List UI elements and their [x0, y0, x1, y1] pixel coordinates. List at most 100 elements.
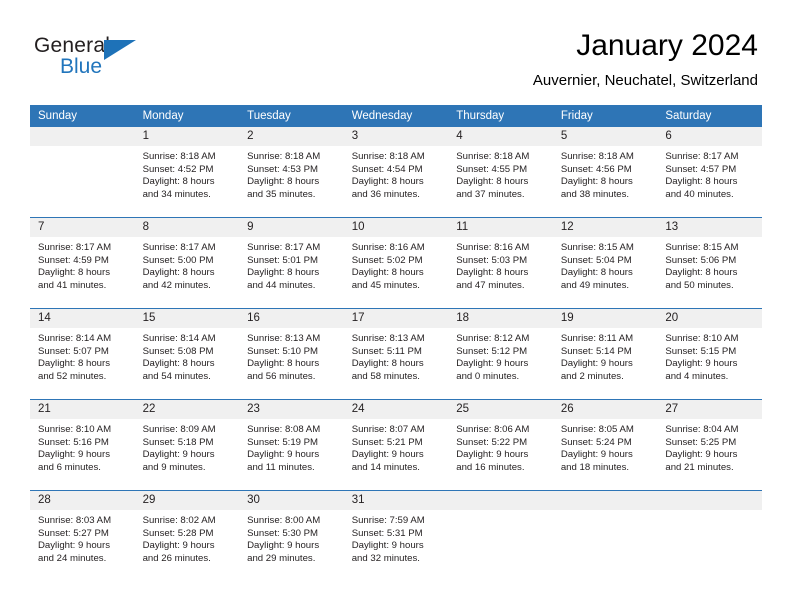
- day-detail-line: Sunrise: 8:18 AM: [351, 151, 425, 162]
- day-detail-line: Sunset: 5:11 PM: [351, 345, 422, 357]
- day-number: 8: [134, 218, 240, 237]
- triangle-icon: [104, 40, 136, 60]
- day-number: 4: [448, 127, 553, 146]
- day-detail-line: and 40 minutes.: [665, 188, 734, 200]
- day-detail-line: Daylight: 9 hours: [560, 358, 633, 370]
- day-detail-line: Daylight: 8 hours: [142, 358, 215, 370]
- calendar-day-cell[interactable]: 8 Sunrise: 8:17 AM Sunset: 5:00 PM Daylight…: [134, 217, 240, 309]
- calendar-page: General Blue January 2024 Auvernier, Neu…: [0, 0, 792, 612]
- day-number: 22: [134, 400, 240, 419]
- day-cell-inner: 22 Sunrise: 8:09 AM Sunset: 5:18 PM Dayligh…: [134, 400, 240, 490]
- day-detail-line: Sunset: 5:15 PM: [665, 345, 737, 357]
- day-detail-line: Sunrise: 8:02 AM: [142, 515, 216, 526]
- day-details: Sunrise: 8:10 AM Sunset: 5:15 PM Daylight:…: [657, 328, 762, 383]
- calendar-day-cell[interactable]: 2 Sunrise: 8:18 AM Sunset: 4:53 PM Daylight…: [239, 127, 344, 218]
- day-cell-inner: 21 Sunrise: 8:10 AM Sunset: 5:16 PM Dayligh…: [30, 400, 135, 490]
- calendar-day-cell[interactable]: 5 Sunrise: 8:18 AM Sunset: 4:56 PM Daylight…: [552, 127, 658, 218]
- logo-text-blue: Blue: [60, 55, 103, 78]
- calendar-day-cell[interactable]: 13 Sunrise: 8:15 AM Sunset: 5:06 PM Dayligh…: [657, 217, 762, 309]
- day-details: Sunrise: 8:09 AM Sunset: 5:18 PM Daylight:…: [135, 419, 240, 474]
- day-number: 14: [30, 309, 135, 328]
- calendar-day-cell[interactable]: 31 Sunrise: 7:59 AM Sunset: 5:31 PM Dayligh…: [343, 490, 449, 581]
- calendar-day-cell[interactable]: 9 Sunrise: 8:17 AM Sunset: 5:01 PM Daylight…: [239, 217, 344, 309]
- day-detail-line: Daylight: 9 hours: [456, 358, 529, 370]
- day-detail-line: Sunset: 5:00 PM: [142, 254, 214, 266]
- day-detail-line: Sunrise: 7:59 AM: [351, 515, 425, 526]
- day-details: Sunrise: 8:08 AM Sunset: 5:19 PM Daylight:…: [239, 419, 344, 474]
- day-detail-line: Sunset: 4:52 PM: [142, 163, 214, 175]
- calendar-day-cell[interactable]: 10 Sunrise: 8:16 AM Sunset: 5:02 PM Dayligh…: [343, 217, 449, 309]
- day-number: 2: [239, 127, 344, 146]
- day-number: 28: [30, 491, 135, 510]
- day-number: 27: [657, 400, 762, 419]
- day-detail-line: and 52 minutes.: [38, 370, 107, 382]
- calendar-day-cell[interactable]: 28 Sunrise: 8:03 AM Sunset: 5:27 PM Dayligh…: [30, 490, 135, 581]
- calendar-day-cell[interactable]: 4 Sunrise: 8:18 AM Sunset: 4:55 PM Daylight…: [448, 127, 553, 218]
- day-details: Sunrise: 8:18 AM Sunset: 4:53 PM Daylight:…: [239, 146, 344, 201]
- day-cell-inner: 18 Sunrise: 8:12 AM Sunset: 5:12 PM Dayligh…: [448, 309, 553, 399]
- calendar-day-cell[interactable]: 11 Sunrise: 8:16 AM Sunset: 5:03 PM Dayligh…: [448, 217, 553, 309]
- day-detail-line: and 54 minutes.: [142, 370, 211, 382]
- calendar-day-cell[interactable]: 21 Sunrise: 8:10 AM Sunset: 5:16 PM Dayligh…: [30, 399, 135, 491]
- day-detail-line: and 18 minutes.: [560, 461, 630, 473]
- day-detail-line: Daylight: 9 hours: [142, 449, 215, 461]
- day-details: Sunrise: 8:18 AM Sunset: 4:55 PM Daylight:…: [448, 146, 553, 201]
- day-detail-line: Sunset: 4:59 PM: [38, 254, 109, 266]
- day-details: Sunrise: 8:05 AM Sunset: 5:24 PM Daylight:…: [553, 419, 658, 474]
- day-cell-inner: [657, 491, 762, 581]
- calendar-day-cell[interactable]: 15 Sunrise: 8:14 AM Sunset: 5:08 PM Dayligh…: [134, 308, 240, 400]
- day-detail-line: Daylight: 8 hours: [38, 267, 110, 279]
- calendar-day-cell[interactable]: 24 Sunrise: 8:07 AM Sunset: 5:21 PM Dayligh…: [343, 399, 449, 491]
- day-details: Sunrise: 8:17 AM Sunset: 5:01 PM Daylight:…: [239, 237, 344, 292]
- calendar-day-cell[interactable]: 18 Sunrise: 8:12 AM Sunset: 5:12 PM Dayligh…: [448, 308, 553, 400]
- day-number: 6: [657, 127, 762, 146]
- day-detail-line: Daylight: 9 hours: [247, 540, 320, 552]
- day-number: 7: [30, 218, 135, 237]
- calendar-day-cell[interactable]: 23 Sunrise: 8:08 AM Sunset: 5:19 PM Dayligh…: [239, 399, 344, 491]
- day-detail-line: Daylight: 9 hours: [38, 449, 110, 461]
- page-title: January 2024: [576, 29, 758, 62]
- calendar-day-cell[interactable]: 12 Sunrise: 8:15 AM Sunset: 5:04 PM Dayligh…: [552, 217, 658, 309]
- day-details: Sunrise: 8:04 AM Sunset: 5:25 PM Daylight:…: [657, 419, 762, 474]
- day-number: 11: [448, 218, 553, 237]
- calendar-week-row: 1 Sunrise: 8:18 AM Sunset: 4:52 PM Daylight…: [30, 127, 762, 218]
- calendar-day-cell[interactable]: 17 Sunrise: 8:13 AM Sunset: 5:11 PM Dayligh…: [343, 308, 449, 400]
- day-detail-line: and 34 minutes.: [142, 188, 211, 200]
- day-detail-line: and 9 minutes.: [142, 461, 206, 473]
- calendar-header-row: Sunday Monday Tuesday Wednesday Thursday Frid…: [30, 105, 762, 127]
- day-detail-line: Sunset: 5:10 PM: [247, 345, 319, 357]
- calendar-day-cell[interactable]: 26 Sunrise: 8:05 AM Sunset: 5:24 PM Dayligh…: [552, 399, 658, 491]
- title-block: January 2024 Auvernier, Neuchatel, Switz…: [533, 28, 758, 92]
- calendar-day-cell[interactable]: 29 Sunrise: 8:02 AM Sunset: 5:28 PM Dayligh…: [134, 490, 240, 581]
- day-details: Sunrise: 8:02 AM Sunset: 5:28 PM Daylight:…: [135, 510, 240, 565]
- weekday-header-saturday: Saturday: [657, 105, 762, 127]
- weekday-header-tuesday: Tuesday: [239, 105, 344, 127]
- day-cell-inner: 31 Sunrise: 7:59 AM Sunset: 5:31 PM Dayligh…: [343, 491, 449, 581]
- calendar-day-cell[interactable]: 7 Sunrise: 8:17 AM Sunset: 4:59 PM Daylight…: [30, 217, 135, 309]
- calendar-day-cell[interactable]: 30 Sunrise: 8:00 AM Sunset: 5:30 PM Dayligh…: [239, 490, 344, 581]
- day-detail-line: Sunrise: 8:11 AM: [560, 333, 634, 344]
- day-details: Sunrise: 8:16 AM Sunset: 5:02 PM Daylight:…: [344, 237, 449, 292]
- calendar-day-cell[interactable]: 22 Sunrise: 8:09 AM Sunset: 5:18 PM Dayligh…: [134, 399, 240, 491]
- day-detail-line: Daylight: 9 hours: [38, 540, 110, 552]
- day-detail-line: and 35 minutes.: [247, 188, 316, 200]
- day-detail-line: Sunrise: 8:17 AM: [665, 151, 739, 162]
- calendar-day-cell[interactable]: 27 Sunrise: 8:04 AM Sunset: 5:25 PM Dayligh…: [657, 399, 762, 491]
- calendar-day-cell[interactable]: 16 Sunrise: 8:13 AM Sunset: 5:10 PM Dayligh…: [239, 308, 344, 400]
- day-cell-inner: 9 Sunrise: 8:17 AM Sunset: 5:01 PM Daylight…: [239, 218, 344, 308]
- calendar-day-cell-empty: [30, 127, 135, 218]
- day-number: 3: [343, 127, 449, 146]
- day-detail-line: and 11 minutes.: [247, 461, 315, 473]
- calendar-day-cell[interactable]: 25 Sunrise: 8:06 AM Sunset: 5:22 PM Dayligh…: [448, 399, 553, 491]
- calendar-day-cell[interactable]: 19 Sunrise: 8:11 AM Sunset: 5:14 PM Dayligh…: [552, 308, 658, 400]
- day-detail-line: Daylight: 8 hours: [351, 358, 424, 370]
- calendar-day-cell[interactable]: 14 Sunrise: 8:14 AM Sunset: 5:07 PM Dayligh…: [30, 308, 135, 400]
- day-number: 10: [343, 218, 449, 237]
- calendar-day-cell[interactable]: 20 Sunrise: 8:10 AM Sunset: 5:15 PM Dayligh…: [657, 308, 762, 400]
- day-detail-line: Sunrise: 8:13 AM: [247, 333, 321, 344]
- day-detail-line: Daylight: 9 hours: [351, 540, 424, 552]
- day-number: 20: [657, 309, 762, 328]
- calendar-day-cell[interactable]: 3 Sunrise: 8:18 AM Sunset: 4:54 PM Daylight…: [343, 127, 449, 218]
- calendar-day-cell[interactable]: 6 Sunrise: 8:17 AM Sunset: 4:57 PM Daylight…: [657, 127, 762, 218]
- calendar-day-cell[interactable]: 1 Sunrise: 8:18 AM Sunset: 4:52 PM Daylight…: [134, 127, 240, 218]
